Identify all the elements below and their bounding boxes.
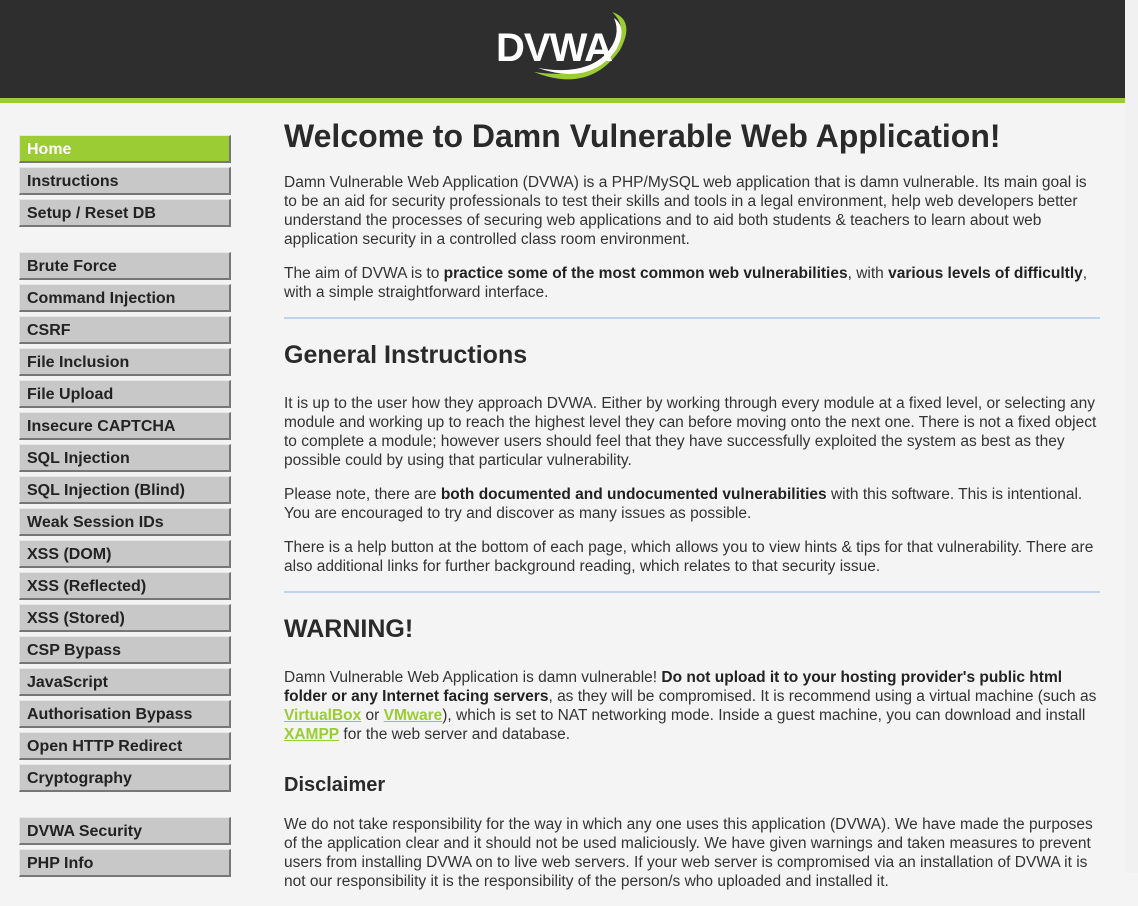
sidebar-item-dvwa-security[interactable]: DVWA Security: [19, 817, 231, 845]
sidebar-item-authorisation-bypass[interactable]: Authorisation Bypass: [19, 700, 231, 728]
general-instructions-heading: General Instructions: [284, 341, 528, 369]
section-divider: [284, 317, 1100, 319]
sidebar-item-sql-injection[interactable]: SQL Injection: [19, 444, 231, 472]
section-divider: [284, 591, 1100, 593]
sidebar-item-file-upload[interactable]: File Upload: [19, 380, 231, 408]
main-content: Welcome to Damn Vulnerable Web Applicati…: [284, 118, 1100, 906]
sidebar-group-general: Home Instructions Setup / Reset DB: [19, 135, 231, 227]
sidebar-group-vulnerabilities: Brute Force Command Injection CSRF File …: [19, 252, 231, 792]
svg-text:DVWA: DVWA: [496, 26, 612, 70]
sidebar-item-xss-stored[interactable]: XSS (Stored): [19, 604, 231, 632]
page-title: Welcome to Damn Vulnerable Web Applicati…: [284, 118, 1001, 154]
sidebar-item-csrf[interactable]: CSRF: [19, 316, 231, 344]
sidebar-item-file-inclusion[interactable]: File Inclusion: [19, 348, 231, 376]
warning-paragraph: Damn Vulnerable Web Application is damn …: [284, 669, 1097, 743]
general-instructions-paragraph: It is up to the user how they approach D…: [284, 395, 1097, 469]
sidebar-item-weak-session-ids[interactable]: Weak Session IDs: [19, 508, 231, 536]
sidebar-group-admin: DVWA Security PHP Info: [19, 817, 231, 877]
vmware-link[interactable]: VMware: [384, 707, 443, 724]
vulnerabilities-note-paragraph: Please note, there are both documented a…: [284, 486, 1083, 522]
scrollbar-thumb[interactable]: [1127, 0, 1136, 873]
warning-heading: WARNING!: [284, 615, 414, 643]
intro-paragraph: Damn Vulnerable Web Application (DVWA) i…: [284, 174, 1087, 248]
sidebar-item-brute-force[interactable]: Brute Force: [19, 252, 231, 280]
page-header: DVWA: [0, 0, 1125, 103]
sidebar-item-xss-dom[interactable]: XSS (DOM): [19, 540, 231, 568]
sidebar-item-command-injection[interactable]: Command Injection: [19, 284, 231, 312]
sidebar-item-home[interactable]: Home: [19, 135, 231, 163]
sidebar-item-open-http-redirect[interactable]: Open HTTP Redirect: [19, 732, 231, 760]
virtualbox-link[interactable]: VirtualBox: [284, 707, 361, 724]
disclaimer-paragraph: We do not take responsibility for the wa…: [284, 816, 1093, 890]
sidebar-item-insecure-captcha[interactable]: Insecure CAPTCHA: [19, 412, 231, 440]
disclaimer-heading: Disclaimer: [284, 774, 386, 796]
sidebar-item-javascript[interactable]: JavaScript: [19, 668, 231, 696]
aim-paragraph: The aim of DVWA is to practice some of t…: [284, 265, 1088, 301]
dvwa-logo[interactable]: DVWA: [494, 6, 634, 86]
sidebar-item-sql-injection-blind[interactable]: SQL Injection (Blind): [19, 476, 231, 504]
help-button-paragraph: There is a help button at the bottom of …: [284, 539, 1094, 575]
sidebar-item-cryptography[interactable]: Cryptography: [19, 764, 231, 792]
sidebar-menu: Home Instructions Setup / Reset DB Brute…: [19, 135, 231, 881]
xampp-link[interactable]: XAMPP: [284, 726, 339, 743]
sidebar-item-instructions[interactable]: Instructions: [19, 167, 231, 195]
sidebar-item-csp-bypass[interactable]: CSP Bypass: [19, 636, 231, 664]
sidebar-item-setup-reset-db[interactable]: Setup / Reset DB: [19, 199, 231, 227]
sidebar-item-xss-reflected[interactable]: XSS (Reflected): [19, 572, 231, 600]
